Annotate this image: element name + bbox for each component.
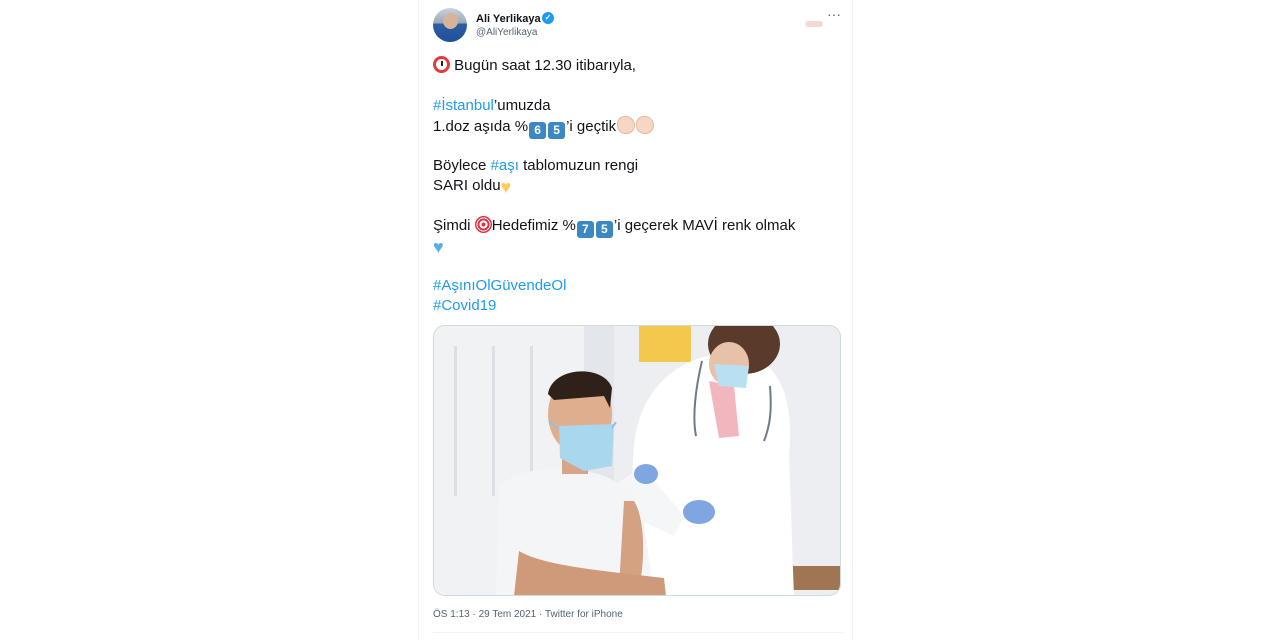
text-line-4: Böylece #aşı tablomuzun rengi: [433, 156, 843, 176]
text-segment: Bugün saat 12.30 itibarıyla,: [454, 57, 636, 74]
text-line-1: Bugün saat 12.30 itibarıyla,: [433, 56, 843, 76]
blue-heart-icon: ♥: [433, 237, 444, 257]
image-artifact: [805, 21, 823, 27]
hashtag-covid19[interactable]: #Covid19: [433, 297, 496, 314]
tweet-meta: ÖS 1:13 · 29 Tem 2021 · Twitter for iPho…: [433, 609, 623, 620]
keycap-digit: 6: [529, 122, 547, 139]
vaccination-photo: [434, 326, 840, 595]
tweet-photo[interactable]: [433, 325, 841, 596]
text-line-9: #Covid19: [433, 296, 843, 316]
text-segment: 1.doz aşıda %: [433, 118, 529, 135]
keycap-digit: 7: [576, 221, 594, 238]
clapping-hands-icon: [617, 116, 636, 134]
text-segment: SARI oldu: [433, 177, 501, 194]
text-segment: Hedefimiz %: [491, 217, 576, 234]
hashtag-asiniolguvendeol[interactable]: #AşınıOlGüvendeOl: [433, 277, 566, 294]
hashtag-istanbul[interactable]: #İstanbul: [433, 97, 494, 114]
text-line-3: 1.doz aşıda % 6 5’i geçtik: [433, 116, 843, 139]
target-icon: [474, 216, 492, 233]
more-options-button[interactable]: ···: [827, 6, 841, 22]
verified-badge-icon: ✓: [542, 12, 554, 24]
yellow-heart-icon: ♥: [500, 177, 512, 197]
alarm-clock-icon: [433, 56, 450, 73]
keycap-digit: 5: [595, 221, 613, 238]
hashtag-asi[interactable]: #aşı: [491, 157, 519, 174]
text-segment: Böylece: [433, 157, 491, 174]
text-segment: ’i geçerek MAVİ renk olmak: [613, 217, 796, 234]
separator: ·: [536, 609, 545, 620]
text-line-6: Şimdi Hedefimiz % 7 5’i geçerek MAVİ renk …: [433, 216, 843, 238]
tweet-time[interactable]: ÖS 1:13: [433, 609, 470, 620]
text-line-5: SARI oldu♥: [433, 176, 843, 196]
author-handle[interactable]: @AliYerlikaya: [476, 27, 537, 38]
tweet-source[interactable]: Twitter for iPhone: [545, 609, 623, 620]
author-name[interactable]: Ali Yerlikaya: [476, 13, 541, 25]
text-line-8: #AşınıOlGüvendeOl: [433, 276, 843, 296]
avatar[interactable]: [433, 8, 467, 42]
text-segment: ’umuzda: [493, 97, 551, 114]
keycap-digit: 5: [548, 122, 566, 139]
text-segment: tablomuzun rengi: [518, 157, 639, 174]
tweet-date[interactable]: 29 Tem 2021: [479, 609, 537, 620]
text-line-2: #İstanbul’umuzda: [433, 96, 843, 116]
tweet-column: Ali Yerlikaya ✓ @AliYerlikaya ··· Bugün …: [418, 0, 853, 640]
text-segment: ’i geçtik: [566, 118, 617, 135]
text-line-7: ♥: [433, 236, 843, 256]
tweet-header: Ali Yerlikaya ✓ @AliYerlikaya ···: [433, 6, 843, 44]
clapping-hands-icon: [636, 116, 655, 134]
text-segment: Şimdi: [433, 217, 475, 234]
divider: [433, 632, 843, 633]
separator: ·: [469, 609, 479, 620]
tweet-text: Bugün saat 12.30 itibarıyla, #İstanbul’u…: [433, 56, 843, 316]
